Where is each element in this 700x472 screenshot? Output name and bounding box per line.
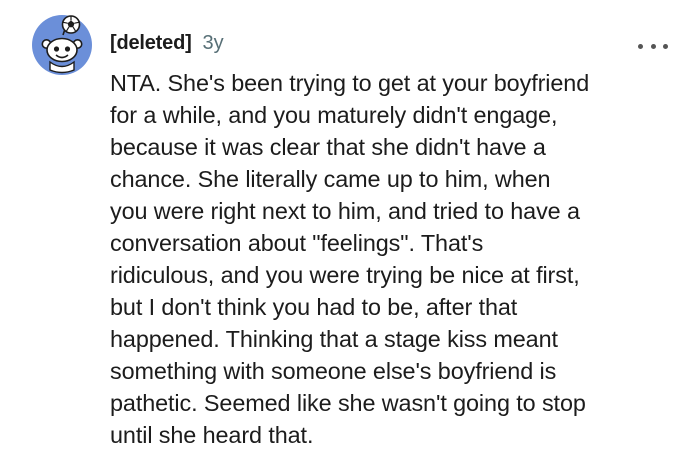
- more-dot: [638, 43, 643, 49]
- comment: [deleted] 3y NTA. She's been trying to g…: [0, 0, 700, 472]
- more-options-icon[interactable]: [638, 40, 668, 52]
- author-username[interactable]: [deleted]: [110, 32, 192, 55]
- comment-body: NTA. She's been trying to get at your bo…: [110, 70, 590, 448]
- snoo-avatar-icon[interactable]: [32, 15, 92, 75]
- comment-age[interactable]: 3y: [203, 32, 224, 55]
- comment-header: [deleted] 3y: [110, 32, 224, 60]
- more-dot: [650, 43, 656, 49]
- more-dot: [663, 43, 668, 49]
